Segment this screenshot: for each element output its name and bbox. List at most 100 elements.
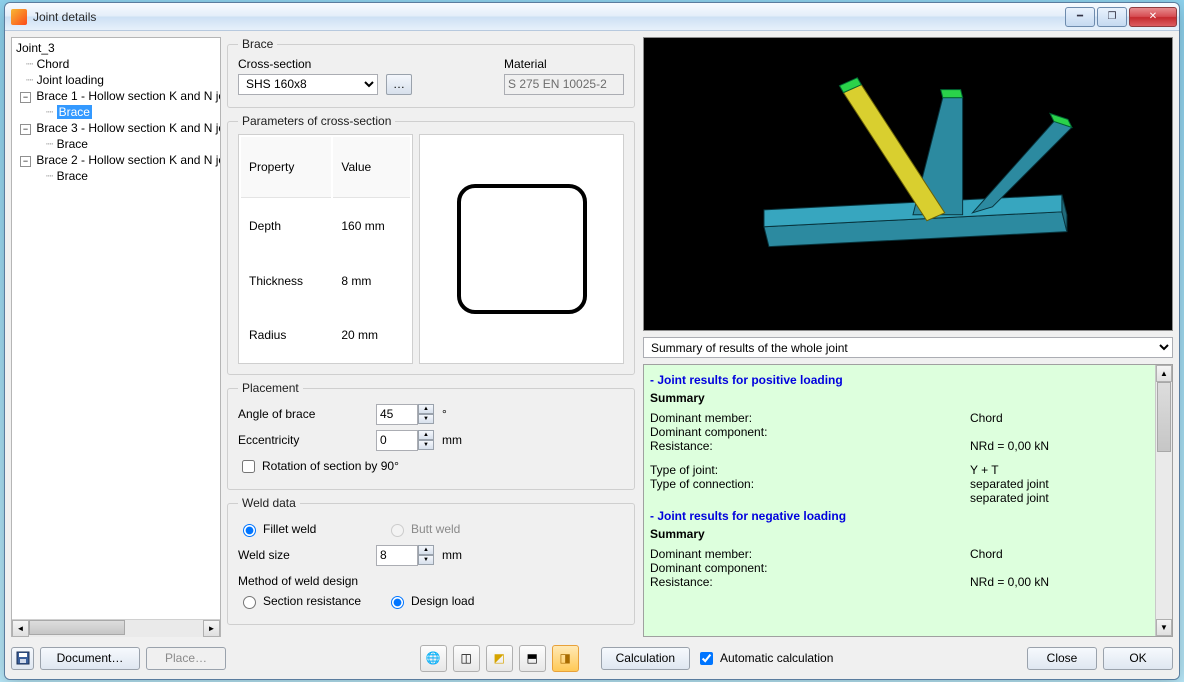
weld-size-input[interactable] — [376, 545, 418, 566]
app-icon — [11, 9, 27, 25]
view-iso-button[interactable]: ◨ — [552, 645, 579, 672]
ecc-input[interactable] — [376, 430, 418, 451]
cube-iso-icon: ◨ — [559, 651, 570, 665]
angle-input[interactable] — [376, 404, 418, 425]
ok-button[interactable]: OK — [1103, 647, 1173, 670]
tree-node-brace1[interactable]: − Brace 1 - Hollow section K and N joint — [14, 88, 220, 104]
butt-weld-radio — [391, 524, 404, 537]
weld-group: Weld data Fillet weld Butt weld Weld siz… — [227, 496, 635, 625]
table-row: Radius20 mm — [241, 309, 410, 361]
view-world-button[interactable]: 🌐 — [420, 645, 447, 672]
cube-top-icon: ⬒ — [526, 651, 537, 665]
angle-unit: ° — [442, 407, 447, 421]
shs-shape-icon — [457, 184, 587, 314]
tree[interactable]: Joint_3 ┈ Chord ┈ Joint loading − Brace … — [12, 38, 220, 619]
close-button[interactable]: Close — [1027, 647, 1097, 670]
tree-node-brace2[interactable]: − Brace 2 - Hollow section K and N joint — [14, 152, 220, 168]
tree-node-loading[interactable]: ┈ Joint loading — [14, 72, 220, 88]
tree-node-brace3[interactable]: − Brace 3 - Hollow section K and N joint — [14, 120, 220, 136]
spin-down-icon[interactable]: ▼ — [418, 414, 434, 424]
scroll-up-icon[interactable]: ▲ — [1156, 365, 1172, 382]
view-top-button[interactable]: ⬒ — [519, 645, 546, 672]
close-window-button[interactable]: ✕ — [1129, 7, 1177, 27]
floppy-icon — [16, 651, 30, 665]
material-label: Material — [504, 57, 624, 71]
results-pane: - Joint results for positive loading Sum… — [643, 364, 1173, 637]
params-group: Parameters of cross-section PropertyValu… — [227, 114, 635, 375]
results-scope-select[interactable]: Summary of results of the whole joint — [643, 337, 1173, 358]
results-heading-positive[interactable]: - Joint results for positive loading — [650, 373, 1154, 387]
3d-view[interactable] — [643, 37, 1173, 331]
ecc-stepper[interactable]: ▲▼ — [376, 430, 434, 451]
scroll-thumb[interactable] — [1157, 382, 1171, 452]
rot90-checkbox[interactable] — [242, 460, 255, 473]
weld-size-stepper[interactable]: ▲▼ — [376, 545, 434, 566]
tree-node-brace2-child[interactable]: ┈ Brace — [14, 168, 220, 184]
tree-horizontal-scrollbar[interactable]: ◄ ► — [12, 619, 220, 636]
ecc-unit: mm — [442, 433, 462, 447]
titlebar: Joint details ━ ❐ ✕ — [5, 3, 1179, 31]
summary-heading: Summary — [650, 391, 1154, 405]
ecc-label: Eccentricity — [238, 433, 368, 447]
weld-size-label: Weld size — [238, 548, 368, 562]
globe-icon: 🌐 — [426, 651, 441, 665]
scroll-down-icon[interactable]: ▼ — [1156, 619, 1172, 636]
tree-node-root[interactable]: Joint_3 — [14, 40, 220, 56]
right-panel: Summary of results of the whole joint - … — [643, 37, 1173, 637]
placement-group: Placement Angle of brace ▲▼ ° Eccentrici… — [227, 381, 635, 490]
table-row: Depth160 mm — [241, 200, 410, 252]
brace-legend: Brace — [238, 37, 277, 51]
params-legend: Parameters of cross-section — [238, 114, 395, 128]
scroll-thumb[interactable] — [29, 620, 125, 635]
section-resistance-radio[interactable] — [243, 596, 256, 609]
cross-section-edit-button[interactable]: … — [386, 74, 412, 95]
bottom-toolbar: Document… Place… 🌐 ◫ ◩ ⬒ ◨ Calculation A… — [11, 643, 1173, 673]
section-preview — [419, 134, 624, 364]
tree-collapse-icon[interactable]: − — [20, 92, 31, 103]
view-front-button[interactable]: ◫ — [453, 645, 480, 672]
results-scrollbar[interactable]: ▲ ▼ — [1155, 365, 1172, 636]
spin-up-icon[interactable]: ▲ — [418, 404, 434, 414]
scroll-right-icon[interactable]: ► — [203, 620, 220, 637]
cross-section-select[interactable]: SHS 160x8 — [238, 74, 378, 95]
cube-side-icon: ◩ — [493, 651, 504, 665]
col-value: Value — [333, 137, 410, 198]
calculation-button[interactable]: Calculation — [601, 647, 690, 670]
maximize-button[interactable]: ❐ — [1097, 7, 1127, 27]
property-table: PropertyValue Depth160 mm Thickness8 mm … — [238, 134, 413, 364]
spin-down-icon[interactable]: ▼ — [418, 555, 434, 565]
view-side-button[interactable]: ◩ — [486, 645, 513, 672]
design-load-radio[interactable] — [391, 596, 404, 609]
table-row: Thickness8 mm — [241, 254, 410, 306]
spin-up-icon[interactable]: ▲ — [418, 430, 434, 440]
cross-section-label: Cross-section — [238, 57, 368, 71]
placement-legend: Placement — [238, 381, 303, 395]
col-property: Property — [241, 137, 331, 198]
auto-calc-label: Automatic calculation — [720, 651, 833, 665]
rot90-label: Rotation of section by 90° — [262, 459, 399, 473]
spin-up-icon[interactable]: ▲ — [418, 545, 434, 555]
fillet-weld-radio[interactable] — [243, 524, 256, 537]
scroll-left-icon[interactable]: ◄ — [12, 620, 29, 637]
minimize-button[interactable]: ━ — [1065, 7, 1095, 27]
angle-stepper[interactable]: ▲▼ — [376, 404, 434, 425]
material-field — [504, 74, 624, 95]
tree-node-brace1-child[interactable]: ┈ Brace — [14, 104, 220, 120]
save-button[interactable] — [11, 647, 34, 670]
tree-collapse-icon[interactable]: − — [20, 124, 31, 135]
spin-down-icon[interactable]: ▼ — [418, 440, 434, 450]
tree-node-chord[interactable]: ┈ Chord — [14, 56, 220, 72]
auto-calc-checkbox[interactable] — [700, 652, 713, 665]
angle-label: Angle of brace — [238, 407, 368, 421]
document-button[interactable]: Document… — [40, 647, 140, 670]
weld-legend: Weld data — [238, 496, 300, 510]
cube-front-icon: ◫ — [460, 651, 471, 665]
tree-collapse-icon[interactable]: − — [20, 156, 31, 167]
tree-panel: Joint_3 ┈ Chord ┈ Joint loading − Brace … — [11, 37, 221, 637]
results-heading-negative[interactable]: - Joint results for negative loading — [650, 509, 1154, 523]
place-button: Place… — [146, 647, 226, 670]
window-title: Joint details — [33, 10, 1063, 24]
tree-node-brace3-child[interactable]: ┈ Brace — [14, 136, 220, 152]
weld-size-unit: mm — [442, 548, 462, 562]
form-panel: Brace Cross-section SHS 160x8 … Material — [227, 37, 637, 637]
